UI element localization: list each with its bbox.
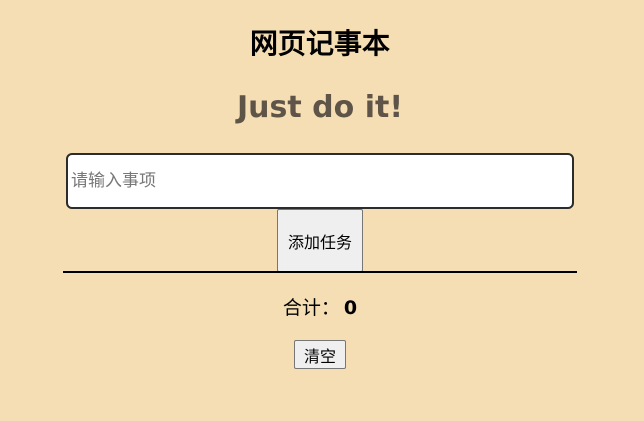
divider <box>63 271 577 273</box>
page-title: 网页记事本 <box>249 27 390 60</box>
todo-input[interactable] <box>66 153 574 209</box>
notepad-app: 网页记事本 Just do it! 添加任务 合计：0 清空 <box>0 0 644 421</box>
slogan: Just do it! <box>237 90 403 125</box>
total-summary: 合计： 0 <box>0 294 640 322</box>
total-count: 0 <box>343 297 358 319</box>
add-task-button[interactable]: 添加任务 <box>277 209 363 272</box>
clear-button[interactable]: 清空 <box>294 340 346 369</box>
total-label: 合计： <box>282 297 340 319</box>
